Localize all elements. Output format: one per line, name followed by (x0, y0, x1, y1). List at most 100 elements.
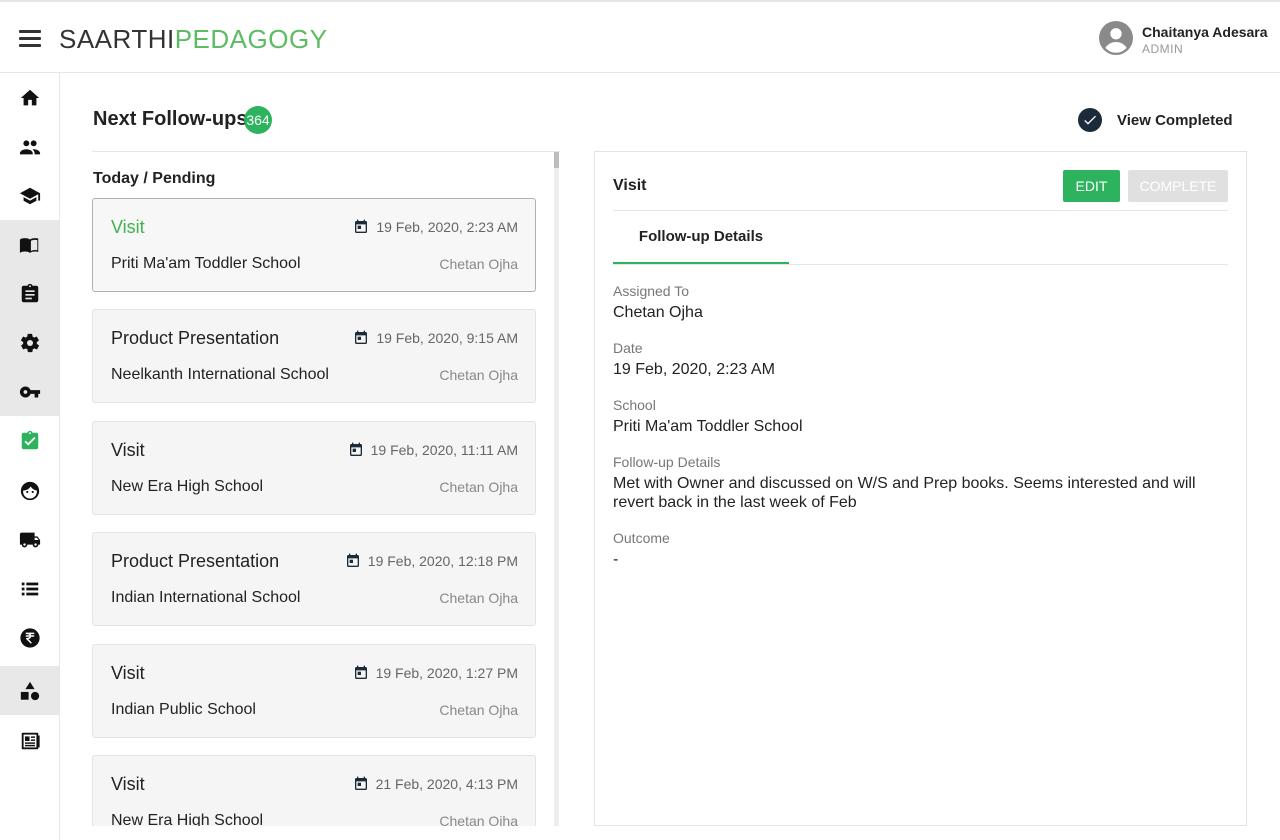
followup-owner: Chetan Ojha (439, 813, 518, 826)
outcome-value: - (613, 551, 619, 568)
followup-card[interactable]: Visit 19 Feb, 2020, 11:11 AM New Era Hig… (92, 421, 536, 515)
book-icon (19, 237, 38, 253)
followup-date: 21 Feb, 2020, 4:13 PM (353, 776, 518, 792)
rupee-icon (19, 627, 40, 648)
followup-date-text: 19 Feb, 2020, 1:27 PM (375, 665, 518, 681)
followup-school: New Era High School (111, 812, 264, 826)
followup-details-value: Met with Owner and discussed on W/S and … (613, 475, 1196, 511)
sidebar-item-settings[interactable] (0, 318, 59, 367)
date-value: 19 Feb, 2020, 2:23 AM (613, 361, 775, 378)
followup-details-label: Follow-up Details (613, 454, 721, 470)
followup-count-badge: 364 (244, 106, 272, 134)
view-completed-label: View Completed (1117, 111, 1233, 129)
assigned-to-label: Assigned To (613, 283, 690, 299)
followup-type: Visit (111, 440, 145, 460)
followup-card[interactable]: Visit 21 Feb, 2020, 4:13 PM New Era High… (92, 755, 536, 826)
followup-type: Product Presentation (111, 328, 280, 348)
school-value: Priti Ma'am Toddler School (613, 418, 803, 435)
gear-icon (20, 333, 39, 352)
followup-school: Indian Public School (111, 701, 256, 718)
key-icon (19, 386, 40, 397)
followup-card[interactable]: Visit 19 Feb, 2020, 1:27 PM Indian Publi… (92, 644, 536, 738)
followup-school: Priti Ma'am Toddler School (111, 255, 301, 272)
page-title: Next Follow-ups (93, 108, 248, 130)
sidebar-item-face[interactable] (0, 466, 59, 515)
followup-date-text: 21 Feb, 2020, 4:13 PM (375, 776, 518, 792)
followup-date: 19 Feb, 2020, 12:18 PM (345, 553, 518, 569)
followup-card[interactable]: Product Presentation 19 Feb, 2020, 9:15 … (92, 309, 536, 403)
sidebar-item-people[interactable] (0, 122, 59, 171)
sidebar-item-assignments[interactable] (0, 269, 59, 318)
clipboard-icon (21, 283, 38, 302)
task-check-icon (21, 430, 38, 449)
sidebar-item-list[interactable] (0, 564, 59, 613)
shapes-icon (20, 681, 39, 700)
sidebar (0, 73, 60, 840)
followup-detail-panel: Visit EDIT COMPLETE Follow-up Details As… (594, 151, 1247, 826)
tab-followup-details[interactable]: Follow-up Details (613, 211, 789, 264)
edit-button[interactable]: EDIT (1063, 170, 1120, 202)
date-label: Date (613, 340, 643, 356)
section-label: Today / Pending (93, 170, 216, 187)
assigned-to-value: Chetan Ojha (613, 304, 703, 321)
user-name: Chaitanya Adesara (1142, 24, 1268, 40)
followup-type: Visit (111, 774, 145, 794)
followup-type: Visit (111, 663, 145, 683)
followup-date: 19 Feb, 2020, 1:27 PM (353, 665, 518, 681)
followup-owner: Chetan Ojha (439, 367, 518, 383)
calendar-icon (346, 553, 359, 567)
followup-type: Visit (111, 217, 145, 237)
calendar-icon (354, 776, 367, 790)
followup-owner: Chetan Ojha (439, 702, 518, 718)
truck-icon (19, 532, 40, 547)
followup-card[interactable]: Product Presentation 19 Feb, 2020, 12:18… (92, 532, 536, 626)
calendar-icon (349, 442, 362, 456)
sidebar-item-shapes[interactable] (0, 666, 59, 715)
newspaper-icon (21, 732, 40, 749)
view-completed-toggle[interactable]: View Completed (1078, 108, 1233, 132)
app-logo[interactable]: SAARTHIPEDAGOGY (59, 24, 328, 54)
followup-card[interactable]: Visit 19 Feb, 2020, 2:23 AM Priti Ma'am … (92, 198, 536, 292)
calendar-icon (355, 219, 368, 233)
hamburger-menu-icon[interactable] (19, 30, 41, 48)
sidebar-item-followups[interactable] (0, 416, 59, 465)
user-profile[interactable]: Chaitanya Adesara ADMIN (1099, 21, 1279, 61)
people-icon (19, 139, 40, 154)
top-bar: SAARTHIPEDAGOGY Chaitanya Adesara ADMIN (0, 0, 1280, 73)
followup-school: Neelkanth International School (111, 366, 329, 383)
followup-date-text: 19 Feb, 2020, 9:15 AM (376, 330, 518, 346)
followup-owner: Chetan Ojha (439, 590, 518, 606)
logo-text-primary: SAARTHI (59, 24, 175, 54)
followup-owner: Chetan Ojha (439, 479, 518, 495)
followup-date: 19 Feb, 2020, 11:11 AM (348, 442, 518, 458)
sidebar-item-reports[interactable] (0, 716, 59, 765)
calendar-icon (355, 330, 368, 344)
sidebar-item-books[interactable] (0, 220, 59, 269)
followup-type: Product Presentation (111, 551, 280, 571)
followup-list: Today / Pending Visit 19 Feb, 2020, 2:23… (92, 151, 560, 826)
followup-date-text: 19 Feb, 2020, 12:18 PM (367, 553, 518, 569)
school-cap-icon (19, 187, 40, 204)
calendar-icon (354, 665, 367, 679)
sidebar-item-school[interactable] (0, 171, 59, 220)
followup-date: 19 Feb, 2020, 9:15 AM (353, 330, 518, 346)
sidebar-item-payments[interactable] (0, 613, 59, 662)
account-circle-icon (1099, 21, 1133, 55)
sidebar-item-home[interactable] (0, 73, 59, 122)
scrollbar-thumb[interactable] (554, 152, 559, 168)
sidebar-item-delivery[interactable] (0, 515, 59, 564)
sidebar-item-access[interactable] (0, 367, 59, 416)
list-scrollbar[interactable] (554, 152, 559, 826)
detail-title: Visit (613, 177, 647, 194)
divider (613, 264, 1228, 265)
logo-text-secondary: PEDAGOGY (174, 24, 328, 54)
home-icon (20, 89, 39, 105)
face-icon (20, 481, 39, 500)
check-circle-icon (1078, 108, 1102, 132)
followup-school: Indian International School (111, 589, 301, 606)
followup-date: 19 Feb, 2020, 2:23 AM (353, 219, 518, 235)
followup-date-text: 19 Feb, 2020, 2:23 AM (376, 219, 518, 235)
user-role: ADMIN (1142, 42, 1184, 56)
complete-button: COMPLETE (1128, 170, 1228, 202)
followup-owner: Chetan Ojha (439, 256, 518, 272)
